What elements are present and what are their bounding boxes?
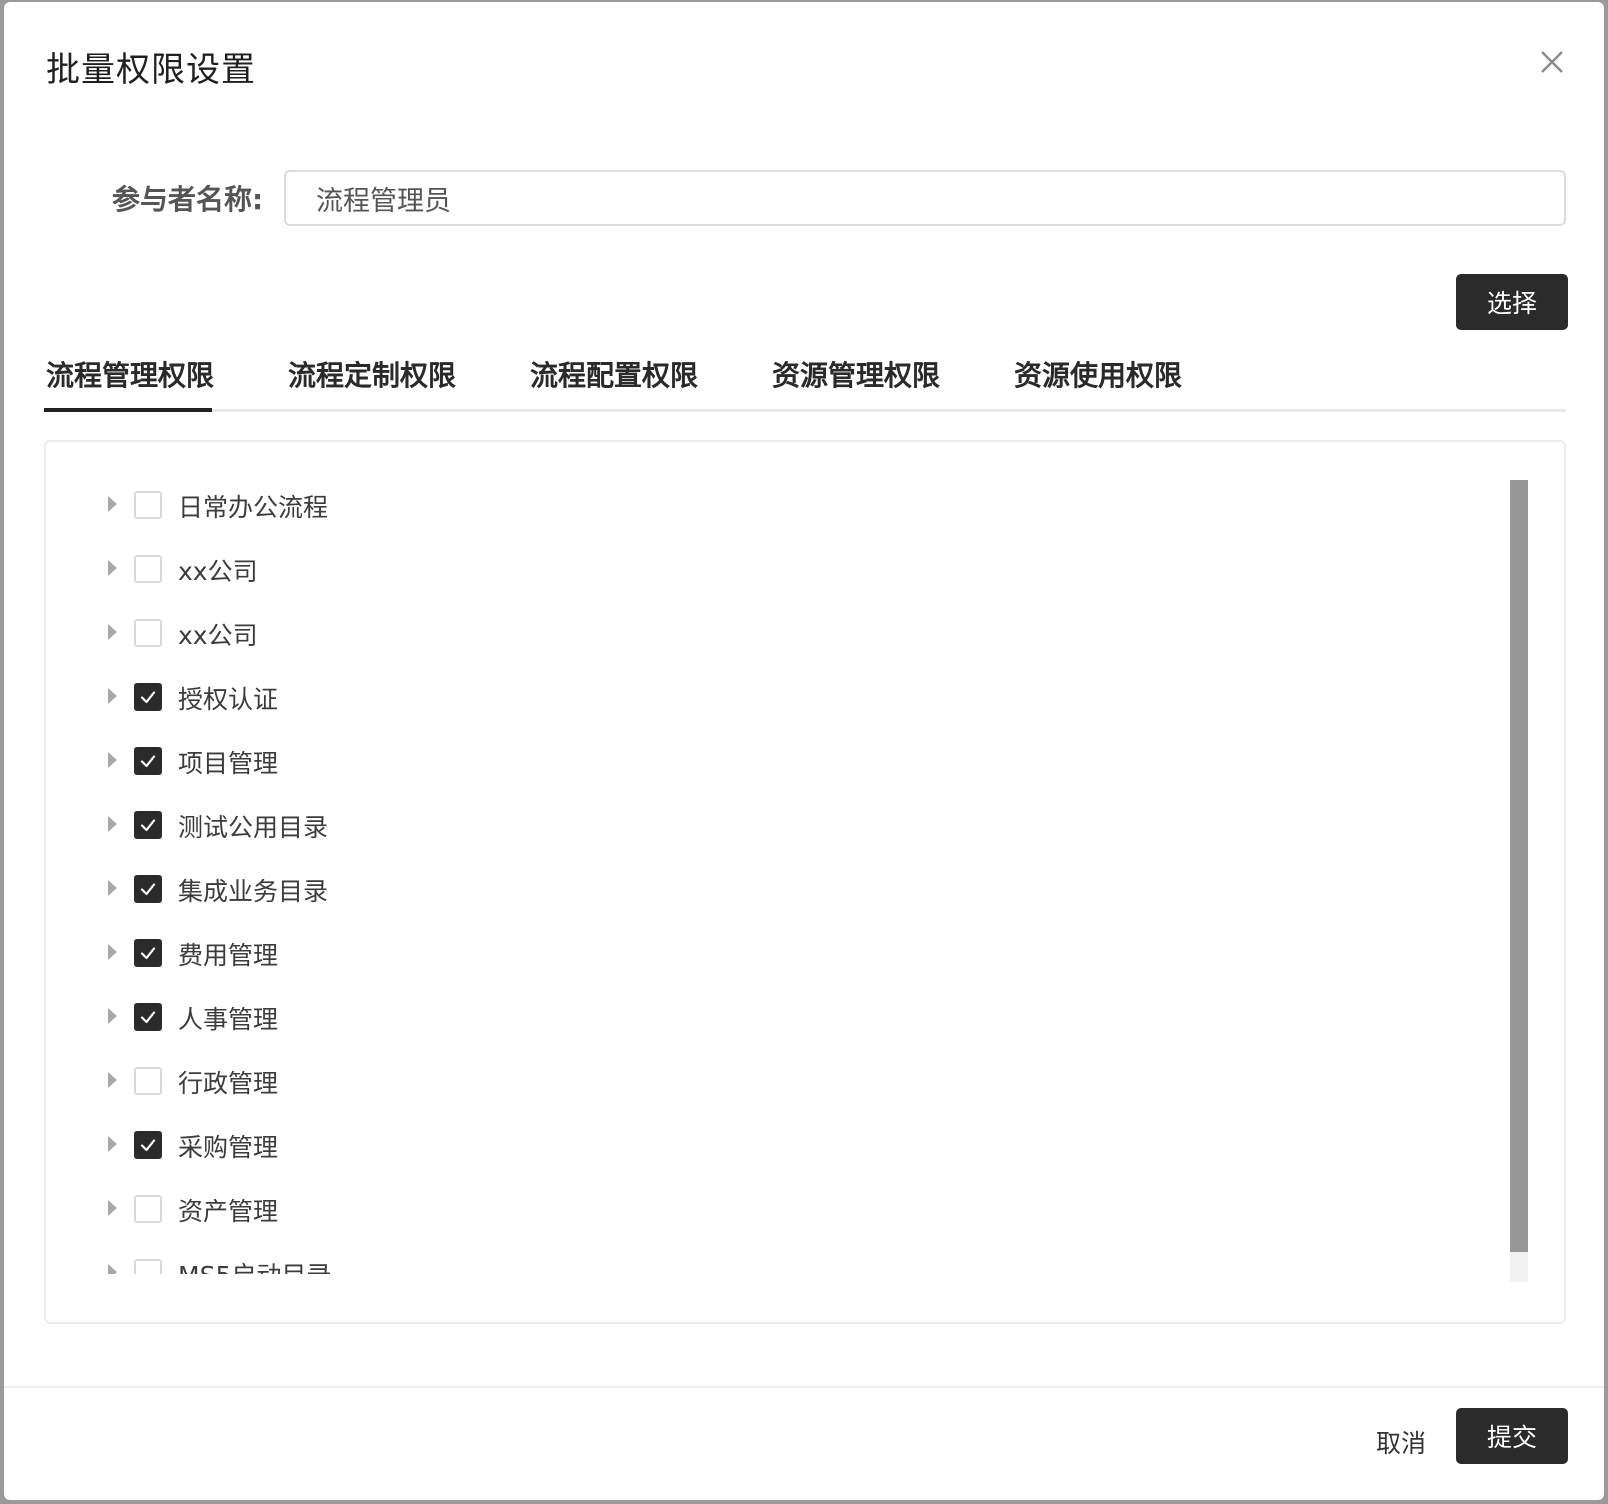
check-icon (140, 691, 156, 704)
tabs-underline (44, 409, 1566, 412)
expand-caret-icon[interactable] (108, 496, 117, 512)
participant-name-input[interactable] (284, 170, 1566, 226)
tree-item-checkbox[interactable] (134, 1259, 162, 1274)
tree-item[interactable]: 授权认证 (46, 666, 1446, 730)
tree-item-checkbox[interactable] (134, 747, 162, 775)
tree-item-label: 行政管理 (178, 1069, 279, 1098)
tab-process-customization[interactable]: 流程定制权限 (288, 354, 456, 394)
tree-item[interactable]: 测试公用目录 (46, 794, 1446, 858)
expand-caret-icon[interactable] (108, 752, 117, 768)
check-icon (140, 883, 156, 896)
dialog-title: 批量权限设置 (46, 50, 256, 90)
permission-tree-panel: 日常办公流程 xx公司 xx公司授权认证项目管理测试公用目录 集成业务目录 费用管理人事… (44, 440, 1566, 1324)
submit-button[interactable]: 提交 (1456, 1408, 1568, 1464)
tree-item[interactable]: 人事管理 (46, 986, 1446, 1050)
tree-item-label: 授权认证 (178, 685, 279, 714)
check-icon (140, 755, 156, 768)
tree-item[interactable]: 集成业务目录 (46, 858, 1446, 922)
expand-caret-icon[interactable] (108, 1264, 117, 1274)
tree-item[interactable]: 项目管理 (46, 730, 1446, 794)
close-icon (1541, 51, 1563, 73)
expand-caret-icon[interactable] (108, 624, 117, 640)
batch-permission-dialog: 批量权限设置 参与者名称: 选择 流程管理权限 流程定制权限 流程配置权限 资源… (4, 2, 1604, 1500)
tree-item[interactable]: 采购管理 (46, 1114, 1446, 1178)
tab-resource-management[interactable]: 资源管理权限 (772, 354, 940, 394)
expand-caret-icon[interactable] (108, 880, 117, 896)
tree-item[interactable]: xx公司 (46, 538, 1446, 602)
tree-item[interactable]: 行政管理 (46, 1050, 1446, 1114)
expand-caret-icon[interactable] (108, 944, 117, 960)
tree-item-label: 项目管理 (178, 749, 279, 778)
scrollbar-thumb[interactable] (1510, 480, 1528, 1252)
expand-caret-icon[interactable] (108, 1008, 117, 1024)
tree-item-label: MS5启动目录 (178, 1256, 331, 1274)
cancel-button[interactable]: 取消 (1356, 1414, 1446, 1470)
tree-item[interactable]: MS5启动目录 (46, 1242, 1446, 1274)
tree-item-checkbox[interactable] (134, 1003, 162, 1031)
tree-item-checkbox[interactable] (134, 1067, 162, 1095)
tab-process-configuration[interactable]: 流程配置权限 (530, 354, 698, 394)
tree-item-label: 采购管理 (178, 1133, 279, 1162)
tree-item-label: xx公司 (178, 621, 258, 650)
scrollbar-track[interactable] (1510, 480, 1528, 1282)
tree-item-label: xx公司 (178, 557, 258, 586)
expand-caret-icon[interactable] (108, 688, 117, 704)
tree-item[interactable]: 费用管理 (46, 922, 1446, 986)
tree-item-label: 资产管理 (178, 1197, 279, 1226)
tree-item-label: 人事管理 (178, 1005, 279, 1034)
expand-caret-icon[interactable] (108, 1136, 117, 1152)
tree-item-label: 日常办公流程 (178, 493, 329, 522)
tree-item-checkbox[interactable] (134, 683, 162, 711)
tree-item[interactable]: 日常办公流程 (46, 474, 1446, 538)
check-icon (140, 1011, 156, 1024)
tree-item[interactable]: 资产管理 (46, 1178, 1446, 1242)
tree-item-checkbox[interactable] (134, 555, 162, 583)
tab-resource-usage[interactable]: 资源使用权限 (1014, 354, 1182, 394)
tree-item-checkbox[interactable] (134, 491, 162, 519)
expand-caret-icon[interactable] (108, 1200, 117, 1216)
check-icon (140, 819, 156, 832)
active-tab-indicator (44, 408, 212, 412)
tree-item-checkbox[interactable] (134, 1195, 162, 1223)
tab-process-management[interactable]: 流程管理权限 (46, 354, 214, 394)
select-button[interactable]: 选择 (1456, 274, 1568, 330)
check-icon (140, 947, 156, 960)
tree-list: 日常办公流程 xx公司 xx公司授权认证项目管理测试公用目录 集成业务目录 费用管理人事… (46, 474, 1496, 1274)
permission-tabs: 流程管理权限 流程定制权限 流程配置权限 资源管理权限 资源使用权限 (44, 342, 1566, 412)
expand-caret-icon[interactable] (108, 816, 117, 832)
tree-item-checkbox[interactable] (134, 1131, 162, 1159)
tree-item-label: 集成业务目录 (178, 877, 329, 906)
tree-item-checkbox[interactable] (134, 939, 162, 967)
participant-name-label: 参与者名称: (112, 183, 264, 216)
expand-caret-icon[interactable] (108, 560, 117, 576)
check-icon (140, 1139, 156, 1152)
tree-item[interactable]: xx公司 (46, 602, 1446, 666)
tree-item-checkbox[interactable] (134, 811, 162, 839)
tree-item-checkbox[interactable] (134, 619, 162, 647)
close-button[interactable] (1534, 44, 1570, 80)
footer-divider (4, 1386, 1604, 1388)
tree-item-label: 费用管理 (178, 941, 279, 970)
expand-caret-icon[interactable] (108, 1072, 117, 1088)
tree-item-label: 测试公用目录 (178, 813, 329, 842)
tree-item-checkbox[interactable] (134, 875, 162, 903)
